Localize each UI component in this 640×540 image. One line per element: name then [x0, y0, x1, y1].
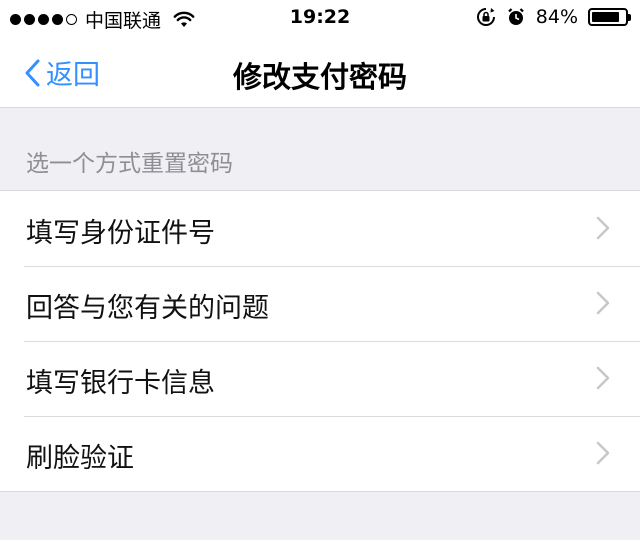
status-bar: 中国联通 19:22 84% [0, 0, 640, 38]
battery-icon [588, 8, 631, 26]
option-label: 刷脸验证 [26, 443, 134, 474]
reset-method-list: 填写身份证件号 回答与您有关的问题 填写银行卡信息 刷脸验证 [0, 190, 640, 492]
chevron-right-icon [596, 366, 610, 390]
status-right: 84% [476, 6, 631, 28]
section-header: 选一个方式重置密码 [0, 108, 640, 190]
battery-percent: 84% [535, 6, 578, 28]
chevron-right-icon [596, 216, 610, 240]
option-label: 填写身份证件号 [26, 218, 215, 249]
page-title: 修改支付密码 [232, 60, 407, 94]
option-security-question[interactable]: 回答与您有关的问题 [0, 266, 640, 341]
alarm-icon [507, 8, 524, 25]
battery-level-fill [592, 12, 619, 22]
option-id-number[interactable]: 填写身份证件号 [0, 191, 640, 266]
option-bank-card[interactable]: 填写银行卡信息 [0, 341, 640, 416]
rotation-lock-icon [476, 8, 495, 26]
navigation-bar: 返回 修改支付密码 [0, 38, 640, 108]
option-label: 填写银行卡信息 [26, 368, 215, 399]
section-label: 选一个方式重置密码 [26, 151, 233, 177]
chevron-right-icon [596, 291, 610, 315]
chevron-right-icon [596, 441, 610, 465]
option-face-verification[interactable]: 刷脸验证 [0, 416, 640, 491]
option-label: 回答与您有关的问题 [26, 293, 269, 324]
